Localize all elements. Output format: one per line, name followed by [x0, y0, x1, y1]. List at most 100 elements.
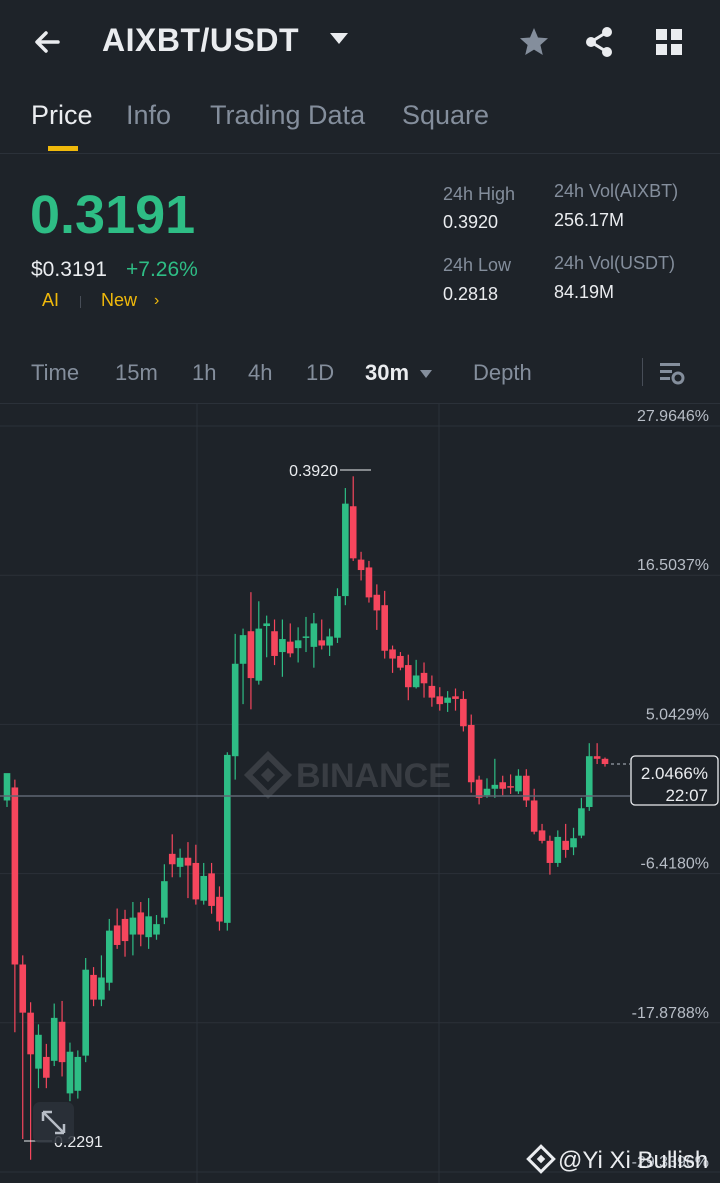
candle-body	[208, 873, 215, 906]
candle	[247, 592, 255, 710]
candle-body	[585, 756, 593, 807]
tag-new[interactable]: New	[101, 290, 137, 311]
interval-1h[interactable]: 1h	[192, 360, 216, 386]
candle	[546, 835, 554, 875]
candle-body	[50, 1017, 58, 1061]
chart-settings-icon[interactable]	[656, 358, 686, 388]
candle-body	[538, 830, 546, 841]
candle-body	[420, 672, 428, 684]
candle	[216, 886, 223, 931]
candle	[389, 645, 396, 673]
tab-square[interactable]: Square	[402, 100, 489, 131]
tab-trading-data[interactable]: Trading Data	[210, 100, 365, 131]
candle	[475, 775, 483, 805]
candle-body	[523, 775, 530, 801]
tab-price[interactable]: Price	[31, 100, 93, 131]
candle-body	[90, 974, 97, 1000]
candle-body	[365, 567, 373, 598]
low-value: 0.2818	[443, 284, 499, 304]
candle-body	[129, 917, 137, 935]
candle	[585, 743, 593, 811]
usd-price: $0.3191	[31, 258, 107, 281]
candle	[27, 1002, 34, 1160]
candle-body	[483, 788, 491, 796]
interval-15m[interactable]: 15m	[115, 360, 158, 386]
candle-body	[19, 964, 27, 1013]
back-arrow-icon[interactable]	[30, 22, 70, 62]
current-value: 2.0466%	[641, 764, 708, 783]
candle-body	[412, 675, 420, 688]
pair-title[interactable]: AIXBT/USDT	[102, 22, 299, 59]
candle-body	[192, 862, 200, 900]
candle	[452, 688, 459, 711]
y-tick-label: 27.9646%	[637, 408, 709, 425]
candle-body	[153, 924, 160, 935]
candle	[200, 862, 208, 905]
candle-body	[302, 636, 310, 638]
interval-depth[interactable]: Depth	[473, 360, 532, 386]
candle	[554, 830, 562, 867]
candle	[404, 654, 412, 701]
candle	[239, 628, 247, 705]
price-chart[interactable]: BINANCE 27.9646% 16.5037% 5.0429% -6.4180% -…	[0, 404, 720, 1183]
candle-body	[507, 786, 514, 788]
candle-body	[389, 649, 396, 659]
candle-body	[554, 836, 562, 863]
vol-base-label: 24h Vol(AIXBT)	[554, 181, 679, 201]
tab-info[interactable]: Info	[126, 100, 171, 131]
y-tick-label: 5.0429%	[646, 706, 709, 723]
star-icon[interactable]	[516, 24, 552, 60]
candle	[562, 823, 569, 858]
candle-body	[105, 930, 113, 983]
candle	[538, 823, 546, 844]
interval-dropdown-icon[interactable]	[420, 370, 432, 378]
candle	[365, 560, 373, 603]
fullscreen-button[interactable]	[33, 1102, 74, 1143]
candle	[373, 584, 381, 630]
candle	[460, 691, 467, 732]
divider	[0, 153, 720, 154]
candle-body	[562, 840, 569, 850]
candle-body	[161, 881, 168, 918]
candle	[444, 691, 451, 712]
candle-body	[184, 857, 192, 866]
candle	[3, 773, 11, 807]
candle	[436, 687, 444, 711]
candle-body	[452, 696, 459, 699]
credit-watermark: @Yi Xi Bullish	[526, 1144, 708, 1174]
candle-body	[66, 1051, 74, 1094]
candle-body	[113, 925, 121, 945]
candle	[129, 902, 137, 956]
interval-time[interactable]: Time	[31, 360, 79, 386]
y-tick-label: -17.8788%	[632, 1005, 709, 1022]
high-label: 24h High	[443, 184, 516, 204]
active-tab-indicator	[48, 146, 78, 151]
candle	[318, 619, 326, 650]
interval-4h[interactable]: 4h	[248, 360, 272, 386]
candle	[121, 909, 129, 957]
candle	[145, 898, 152, 949]
candle	[286, 623, 294, 658]
candle	[231, 633, 239, 780]
share-icon[interactable]	[581, 24, 617, 60]
candle-body	[279, 639, 286, 653]
candle	[357, 551, 365, 581]
candle	[302, 616, 310, 653]
interval-1d[interactable]: 1D	[306, 360, 334, 386]
interval-30m[interactable]: 30m	[365, 360, 409, 386]
tag-ai[interactable]: AI	[42, 290, 59, 311]
candle-body	[578, 808, 585, 836]
candle	[271, 619, 278, 666]
candle	[412, 659, 420, 689]
top-bar: AIXBT/USDT	[0, 0, 720, 84]
chevron-right-icon[interactable]: ›	[154, 292, 159, 310]
candle	[58, 1000, 66, 1077]
candle	[334, 588, 341, 643]
grid-menu-icon[interactable]	[651, 24, 687, 60]
candle-body	[467, 724, 475, 783]
candle	[310, 613, 318, 668]
pair-dropdown-icon[interactable]	[330, 33, 348, 44]
candle-body	[271, 631, 278, 656]
candle-body	[444, 697, 451, 703]
candle-body	[216, 896, 223, 922]
